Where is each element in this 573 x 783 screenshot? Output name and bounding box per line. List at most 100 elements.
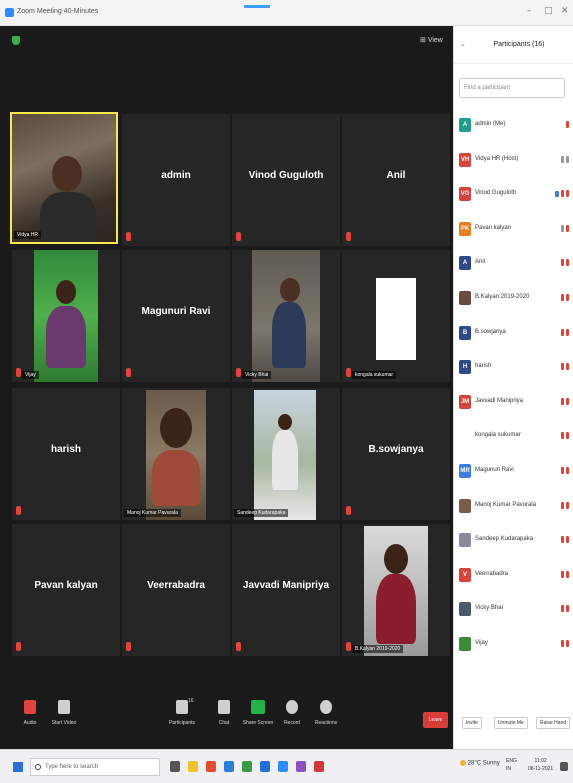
list-item[interactable]: kongala sukumar xyxy=(454,421,573,456)
tile-caption: Sandeep Kudarapaka xyxy=(234,509,289,517)
participant-name: Javvadi Manipriya xyxy=(475,397,524,404)
video-tile[interactable]: Vijay xyxy=(12,250,120,382)
tile-name: Vinod Guguloth xyxy=(248,170,324,181)
person-head xyxy=(52,156,82,192)
system-clock[interactable]: 11:02 08-11-2021 xyxy=(528,757,553,773)
video-tile[interactable]: B.sowjanya xyxy=(342,388,450,520)
participant-name: Sandeep Kudarapaka xyxy=(475,536,534,543)
window-titlebar: Zoom Meeting 40-Minutes – □ ✕ xyxy=(0,0,573,26)
view-button[interactable]: ⊞ View xyxy=(420,36,443,44)
raise-hand-button[interactable]: Raise Hand xyxy=(536,717,571,729)
list-item[interactable]: VG Vinod Guguloth xyxy=(454,179,573,214)
video-tile[interactable]: Anil xyxy=(342,114,450,246)
maximize-button[interactable]: □ xyxy=(544,6,553,16)
notifications-icon[interactable] xyxy=(560,762,568,771)
list-item[interactable]: MR Magunuri Ravi xyxy=(454,456,573,491)
participants-button[interactable]: Participants xyxy=(164,700,200,726)
weather-text: 28°C Sunny xyxy=(467,760,500,767)
participant-name: harish xyxy=(475,363,492,370)
mic-muted-icon xyxy=(346,506,351,515)
video-tile[interactable]: Magunuri Ravi xyxy=(122,250,230,382)
close-button[interactable]: ✕ xyxy=(561,6,569,16)
mic-muted-icon xyxy=(16,642,21,651)
list-item[interactable]: B.Kalyan 2019-2020 xyxy=(454,283,573,318)
list-item[interactable]: PK Pavan kalyan xyxy=(454,214,573,249)
video-tile[interactable]: admin xyxy=(122,114,230,246)
app-icon[interactable] xyxy=(314,761,324,772)
video-tile[interactable]: Veerrabadra xyxy=(122,524,230,656)
mic-muted-icon xyxy=(236,232,241,241)
list-item[interactable]: B B.sowjanya xyxy=(454,318,573,353)
participant-name: kongala sukumar xyxy=(475,432,521,439)
list-item[interactable]: A admin (Me) xyxy=(454,110,573,145)
video-tile[interactable]: B.Kalyan 2019-2020 xyxy=(342,524,450,656)
unmute-me-button[interactable]: Unmute Me xyxy=(494,717,528,729)
chevron-down-icon[interactable]: ⌄ xyxy=(460,40,466,48)
file-explorer-icon[interactable] xyxy=(188,761,198,772)
mic-muted-icon xyxy=(561,259,564,267)
taskbar-search-input[interactable]: Type here to search xyxy=(30,758,160,776)
list-item[interactable]: Vicky Bhai xyxy=(454,594,573,629)
participant-name: Pavan kalyan xyxy=(475,224,512,231)
video-tile[interactable]: Vicky Bhai xyxy=(232,250,340,382)
app-icon[interactable] xyxy=(296,761,306,772)
windows-start-icon[interactable] xyxy=(13,762,23,772)
list-item[interactable]: Sandeep Kudarapaka xyxy=(454,525,573,560)
tile-caption: B.Kalyan 2019-2020 xyxy=(352,645,404,653)
invite-button[interactable]: Invite xyxy=(462,717,482,729)
participant-name: B.sowjanya xyxy=(475,328,506,335)
participant-search-input[interactable]: Find a participant xyxy=(459,78,565,98)
video-off-icon xyxy=(566,328,569,336)
video-off-icon xyxy=(566,432,569,440)
panel-title: Participants (16) xyxy=(493,41,545,48)
reactions-icon xyxy=(320,700,332,714)
chat-label: Chat xyxy=(218,720,230,726)
list-item[interactable]: H harish xyxy=(454,352,573,387)
mic-muted-icon xyxy=(561,501,564,509)
mic-muted-icon xyxy=(561,432,564,440)
share-screen-button[interactable]: Share Screen xyxy=(240,700,276,726)
reactions-button[interactable]: Reactions xyxy=(308,700,344,726)
video-tile[interactable]: Pavan kalyan xyxy=(12,524,120,656)
list-item[interactable]: JM Javvadi Manipriya xyxy=(454,387,573,422)
video-tile[interactable]: kongala sukumar xyxy=(342,250,450,382)
mic-muted-icon xyxy=(561,293,564,301)
list-item[interactable]: V Veerrabadra xyxy=(454,560,573,595)
weather-widget[interactable]: 28°C Sunny xyxy=(460,760,500,767)
share-screen-icon xyxy=(251,700,265,714)
record-button[interactable]: Record xyxy=(274,700,310,726)
tile-caption: Vijay xyxy=(22,371,39,379)
chrome-icon[interactable] xyxy=(242,761,252,772)
task-view-icon[interactable] xyxy=(170,761,180,772)
start-video-button[interactable]: Start Video xyxy=(46,700,82,726)
mic-muted-icon xyxy=(561,639,564,647)
zoom-taskbar-icon[interactable] xyxy=(278,761,288,772)
video-tile[interactable]: Javvadi Manipriya xyxy=(232,524,340,656)
browser-icon[interactable] xyxy=(206,761,216,772)
list-item[interactable]: A Anil xyxy=(454,248,573,283)
video-tile[interactable]: Sandeep Kudarapaka xyxy=(232,388,340,520)
list-item[interactable]: Vijay xyxy=(454,629,573,664)
mic-muted-icon xyxy=(346,368,351,377)
video-tile[interactable]: harish xyxy=(12,388,120,520)
video-tile[interactable]: Vidya HR xyxy=(10,112,118,244)
list-item[interactable]: VH Vidya HR (Host) xyxy=(454,145,573,180)
person-body xyxy=(46,306,86,368)
participant-name: Vijay xyxy=(475,639,488,646)
language-indicator[interactable]: ENG IN xyxy=(506,757,517,773)
leave-button[interactable]: Leave xyxy=(423,712,448,728)
reactions-label: Reactions xyxy=(314,720,338,726)
video-tile[interactable]: Manoj Kumar Pavurala xyxy=(122,388,230,520)
shield-icon[interactable] xyxy=(12,36,20,45)
list-item[interactable]: Manoj Kumar Pavurala xyxy=(454,491,573,526)
video-tile[interactable]: Vinod Guguloth xyxy=(232,114,340,246)
mail-icon[interactable] xyxy=(260,761,270,772)
participants-panel: ⌄ Participants (16) Find a participant A… xyxy=(453,26,573,749)
minimize-button[interactable]: – xyxy=(527,6,532,16)
avatar xyxy=(459,290,471,305)
edge-icon[interactable] xyxy=(224,761,234,772)
raise-hand-icon xyxy=(555,190,559,197)
chat-button[interactable]: Chat xyxy=(206,700,242,726)
participants-label: Participants xyxy=(168,720,196,726)
audio-button[interactable]: Audio xyxy=(12,700,48,726)
